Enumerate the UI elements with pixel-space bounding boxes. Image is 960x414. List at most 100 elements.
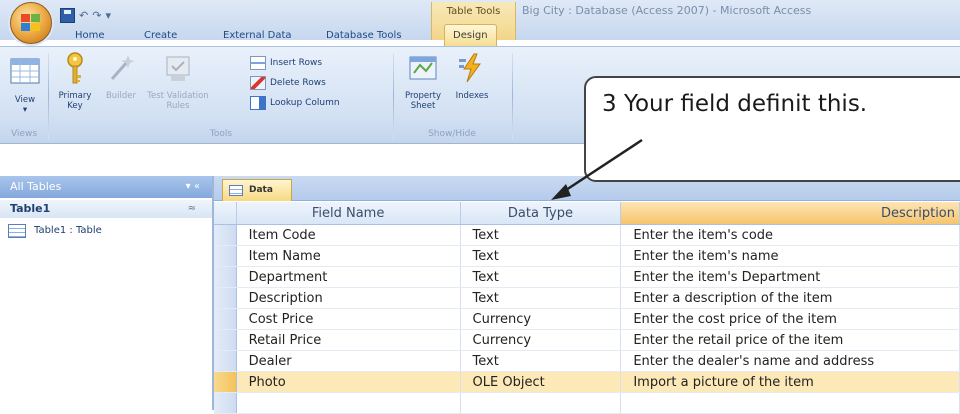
field-name-cell[interactable] (236, 392, 461, 414)
description-cell[interactable] (620, 392, 960, 414)
table-row[interactable]: Department Text Enter the item's Departmen… (214, 266, 960, 288)
column-header-data-type[interactable]: Data Type (460, 202, 622, 225)
row-selector[interactable] (214, 224, 237, 246)
table-row[interactable]: Description Text Enter a description of th… (214, 287, 960, 309)
field-name-cell[interactable]: Item Code (236, 224, 461, 246)
callout-text: 3 Your field definit this. (602, 91, 868, 117)
tab-create[interactable]: Create (144, 28, 177, 44)
description-cell[interactable]: Enter the retail price of the item (620, 329, 960, 351)
nav-group-collapse-icon[interactable]: ≈ (188, 200, 196, 218)
customize-qat-button[interactable]: ▾ (105, 9, 111, 22)
row-selector[interactable] (214, 350, 237, 372)
table-row[interactable]: Dealer Text Enter the dealer's name and ad… (214, 350, 960, 372)
column-header-description[interactable]: Description (620, 202, 960, 225)
property-sheet-label: Property Sheet (405, 91, 441, 111)
field-name-cell[interactable]: Photo (236, 371, 461, 393)
undo-icon[interactable]: ↶ (79, 9, 88, 22)
tab-home[interactable]: Home (75, 28, 105, 44)
field-name-cell[interactable]: Description (236, 287, 461, 309)
description-cell[interactable]: Enter the dealer's name and address (620, 350, 960, 372)
indexes-button[interactable]: Indexes (450, 51, 494, 101)
row-selector[interactable] (214, 308, 237, 330)
test-validation-rules-button[interactable]: Test Validation Rules (144, 51, 212, 111)
table-row[interactable]: Item Name Text Enter the item's name (214, 245, 960, 267)
table-row[interactable]: Item Code Text Enter the item's code (214, 224, 960, 246)
column-header-field-name[interactable]: Field Name (236, 202, 461, 225)
description-cell[interactable]: Enter the cost price of the item (620, 308, 960, 330)
description-cell[interactable]: Import a picture of the item (620, 371, 960, 393)
lookup-column-button[interactable]: Lookup Column (250, 95, 340, 111)
window-title: Big City : Database (Access 2007) - Micr… (522, 4, 812, 17)
test-validation-rules-label: Test Validation Rules (147, 91, 209, 111)
field-name-cell[interactable]: Item Name (236, 245, 461, 267)
table-icon (8, 224, 26, 238)
navigation-pane: All Tables ▾ « Table1 ≈ Table1 : Table (0, 176, 214, 410)
row-selector[interactable] (214, 287, 237, 309)
group-label-show-hide: Show/Hide (428, 129, 476, 139)
primary-key-button[interactable]: Primary Key (52, 51, 98, 111)
tab-design[interactable]: Design (444, 24, 497, 47)
table-row[interactable]: Retail Price Currency Enter the retail pri… (214, 329, 960, 351)
data-type-cell[interactable]: Text (460, 245, 622, 267)
document-tab-label: Data (249, 185, 273, 195)
field-name-cell[interactable]: Retail Price (236, 329, 461, 351)
description-cell[interactable]: Enter the item's code (620, 224, 960, 246)
indexes-label: Indexes (455, 91, 489, 101)
data-type-cell[interactable]: OLE Object (460, 371, 622, 393)
builder-wand-icon (110, 55, 135, 80)
data-type-cell[interactable]: Text (460, 224, 622, 246)
table-row[interactable]: Cost Price Currency Enter the cost price o… (214, 308, 960, 330)
data-type-cell[interactable]: Text (460, 287, 622, 309)
view-button[interactable]: View ▾ (6, 55, 44, 115)
lookup-column-label: Lookup Column (270, 98, 340, 108)
data-type-cell[interactable]: Currency (460, 329, 622, 351)
view-label: View (14, 95, 36, 105)
row-selector[interactable] (214, 329, 237, 351)
document-tab-data[interactable]: Data (222, 179, 292, 201)
primary-key-label: Primary Key (58, 91, 92, 111)
property-sheet-button[interactable]: Property Sheet (398, 51, 448, 111)
property-sheet-icon (409, 56, 437, 80)
description-cell[interactable]: Enter a description of the item (620, 287, 960, 309)
data-type-cell[interactable]: Currency (460, 308, 622, 330)
delete-rows-label: Delete Rows (270, 78, 326, 88)
insert-rows-icon (250, 56, 266, 70)
insert-rows-label: Insert Rows (270, 58, 323, 68)
nav-group-table1[interactable]: Table1 ≈ (0, 200, 212, 218)
lookup-column-icon (250, 96, 266, 110)
nav-pane-controls[interactable]: ▾ « (186, 176, 200, 198)
document-area: Data Field Name Data Type Description It… (214, 176, 960, 414)
nav-item-label: Table1 : Table (34, 225, 102, 236)
builder-label: Builder (105, 91, 137, 101)
delete-rows-icon (250, 76, 266, 90)
data-type-cell[interactable]: Text (460, 350, 622, 372)
insert-rows-button[interactable]: Insert Rows (250, 55, 322, 71)
select-all-corner[interactable] (214, 202, 237, 225)
group-separator (48, 53, 49, 139)
builder-button[interactable]: Builder (100, 51, 142, 101)
redo-icon[interactable]: ↷ (92, 9, 101, 22)
field-name-cell[interactable]: Department (236, 266, 461, 288)
table-row[interactable] (214, 392, 960, 414)
tab-external-data[interactable]: External Data (223, 28, 292, 44)
data-type-cell[interactable]: Text (460, 266, 622, 288)
key-icon (67, 52, 83, 84)
delete-rows-button[interactable]: Delete Rows (250, 75, 326, 91)
row-selector[interactable] (214, 392, 237, 414)
nav-item-table1[interactable]: Table1 : Table (8, 222, 102, 240)
table-row[interactable]: Photo OLE Object Import a picture of the i… (214, 371, 960, 393)
nav-pane-header[interactable]: All Tables ▾ « (0, 176, 212, 198)
row-selector[interactable] (214, 266, 237, 288)
row-selector[interactable] (214, 245, 237, 267)
ribbon-tab-strip: Home Create External Data Database Tools… (0, 24, 960, 47)
instruction-callout: 3 Your field definit this. (584, 76, 960, 182)
data-type-cell[interactable] (460, 392, 622, 414)
row-selector[interactable] (214, 371, 237, 393)
description-cell[interactable]: Enter the item's Department (620, 266, 960, 288)
field-name-cell[interactable]: Dealer (236, 350, 461, 372)
description-cell[interactable]: Enter the item's name (620, 245, 960, 267)
save-icon[interactable] (60, 7, 75, 23)
nav-pane-title: All Tables (10, 180, 62, 193)
field-name-cell[interactable]: Cost Price (236, 308, 461, 330)
tab-database-tools[interactable]: Database Tools (326, 28, 402, 44)
